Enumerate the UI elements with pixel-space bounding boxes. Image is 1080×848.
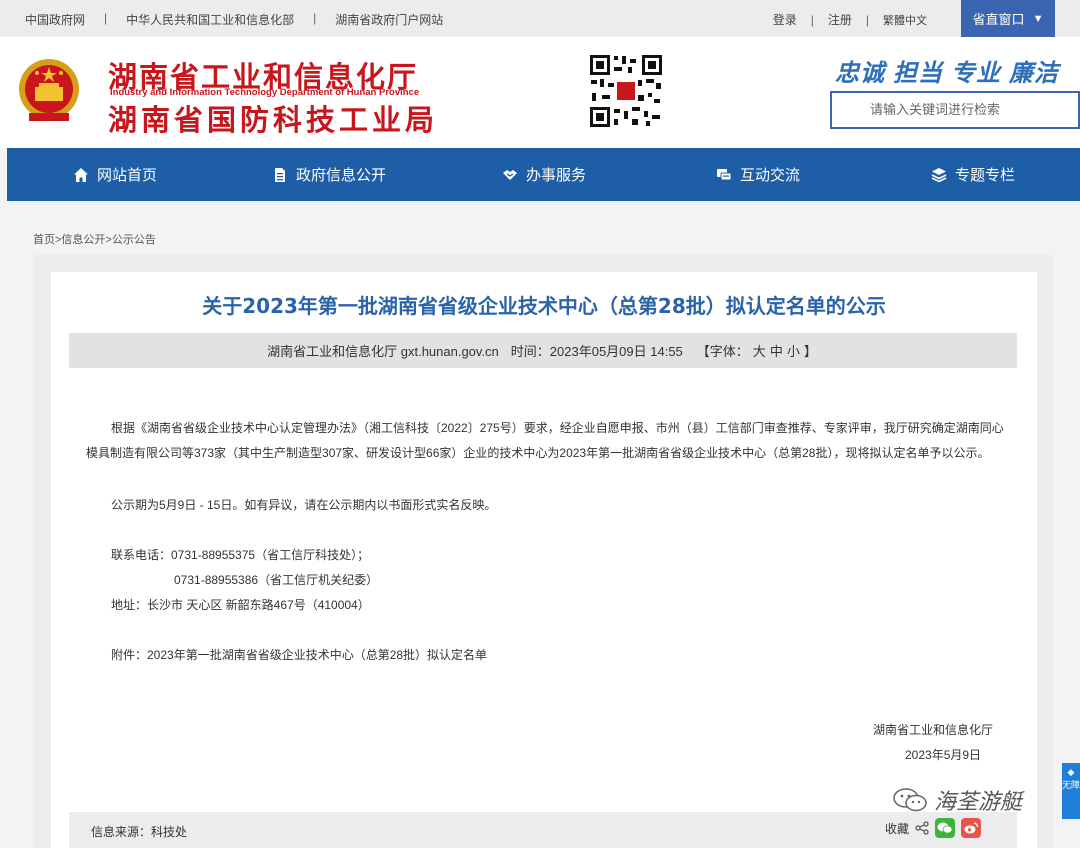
article-title: 关于2023年第一批湖南省省级企业技术中心（总第28批）拟认定名单的公示	[202, 294, 886, 318]
article-body: 根据《湖南省省级企业技术中心认定管理办法》（湘工信科技〔2022〕275号）要求…	[86, 416, 1004, 466]
article-paragraph: 根据《湖南省省级企业技术中心认定管理办法》（湘工信科技〔2022〕275号）要求…	[86, 421, 1004, 460]
separator: |	[865, 12, 869, 27]
contact-address: 地址：长沙市 天心区 新韶东路467号（410004）	[111, 598, 370, 612]
slogan-word: 廉洁	[1009, 59, 1059, 87]
wechat-share-icon[interactable]	[935, 818, 956, 838]
handshake-icon	[503, 169, 517, 180]
share-tools: 收藏	[885, 818, 982, 838]
nav-item-services[interactable]: 办事服务	[502, 148, 586, 201]
meta-time: 时间：2023年05月09日 14:55	[510, 344, 683, 359]
accessibility-icon: ◆	[1067, 767, 1075, 777]
separator: |	[313, 11, 317, 25]
font-label-end: 】	[803, 344, 817, 359]
top-bar: 中国政府网 | 中华人民共和国工业和信息化部 | 湖南省政府门户网站 登录 | …	[0, 0, 1080, 37]
font-small-button[interactable]: 小	[787, 344, 800, 359]
nav-label: 专题专栏	[955, 167, 1016, 184]
signature-org: 湖南省工业和信息化厅	[873, 723, 994, 737]
main-nav: 网站首页 政府信息公开 办事服务 互动交流 专题专栏	[7, 148, 1080, 201]
logo-title-line2: 湖南省国防科技工业局	[108, 103, 439, 137]
slogan-word: 忠诚	[835, 59, 885, 87]
account-links: 登录 | 注册 | 繁體中文	[773, 11, 927, 28]
signature-date: 2023年5月9日	[905, 748, 982, 762]
nav-label: 政府信息公开	[296, 167, 387, 184]
font-size-switcher: 【字体： 大中小】	[695, 341, 819, 360]
publicity-period: 公示期为5月9日 - 15日。如有异议，请在公示期内以书面形式实名反映。	[111, 498, 497, 512]
site-header: 湖南省工业和信息化厅 Industry and Information Tech…	[0, 37, 1080, 148]
font-large-button[interactable]: 大	[753, 344, 766, 359]
nav-item-gov-info[interactable]: 政府信息公开	[272, 148, 386, 201]
slogan: 忠诚 担当 专业 廉洁	[835, 53, 1067, 88]
contact-phone-2: 0731-88955386（省工信厅机关纪委）	[174, 573, 379, 587]
collect-button[interactable]: 收藏	[885, 820, 909, 837]
accessibility-side-tab[interactable]: ◆ 无障	[1062, 763, 1080, 819]
layers-icon	[931, 167, 947, 182]
window-dropdown-button[interactable]: 省直窗口 ▼	[961, 0, 1055, 37]
font-medium-button[interactable]: 中	[770, 344, 783, 359]
nav-item-interaction[interactable]: 互动交流	[716, 148, 800, 201]
weibo-share-icon[interactable]	[961, 818, 982, 838]
font-label: 【字体：	[696, 344, 749, 359]
home-icon	[74, 167, 88, 182]
nav-label: 互动交流	[740, 167, 801, 184]
login-link[interactable]: 登录	[773, 11, 797, 28]
register-link[interactable]: 注册	[828, 11, 852, 28]
nav-item-special[interactable]: 专题专栏	[931, 148, 1015, 201]
traditional-chinese-link[interactable]: 繁體中文	[883, 12, 927, 28]
contact-phone: 联系电话：0731-88955375（省工信厅科技处）；	[111, 548, 370, 562]
meta-source: 湖南省工业和信息化厅 gxt.hunan.gov.cn	[267, 344, 499, 359]
caret-down-icon: ▼	[1032, 12, 1044, 25]
accessibility-label: 无障	[1062, 780, 1080, 790]
link-china-gov[interactable]: 中国政府网	[25, 11, 85, 28]
separator: |	[810, 12, 814, 27]
document-icon	[275, 167, 285, 182]
search-input[interactable]: 请输入关键词进行检索	[830, 91, 1080, 129]
slogan-word: 专业	[951, 59, 1001, 87]
separator: |	[104, 11, 108, 25]
slogan-word: 担当	[893, 59, 943, 87]
wechat-watermark-icon	[893, 788, 927, 812]
attachment-link[interactable]: 附件：2023年第一批湖南省省级企业技术中心（总第28批）拟认定名单	[111, 646, 487, 663]
article-meta-bar: 湖南省工业和信息化厅 gxt.hunan.gov.cn 时间：2023年05月0…	[69, 333, 1017, 368]
article-footer-bar: 信息来源：科技处 收藏	[69, 812, 1017, 848]
chat-icon	[717, 168, 732, 180]
top-links: 中国政府网 | 中华人民共和国工业和信息化部 | 湖南省政府门户网站	[25, 11, 443, 28]
share-icon[interactable]	[915, 821, 929, 835]
window-button-label: 省直窗口	[972, 12, 1025, 27]
nav-item-home[interactable]: 网站首页	[73, 148, 157, 201]
link-hunan-gov[interactable]: 湖南省政府门户网站	[335, 11, 443, 28]
nav-label: 办事服务	[526, 167, 587, 184]
info-source: 信息来源：科技处	[91, 825, 188, 839]
nav-label: 网站首页	[97, 167, 158, 184]
breadcrumb[interactable]: 首页>信息公开>公示公告	[33, 231, 156, 247]
qr-code-icon	[588, 53, 664, 129]
link-miit[interactable]: 中华人民共和国工业和信息化部	[126, 11, 294, 28]
national-emblem-icon	[19, 59, 79, 121]
